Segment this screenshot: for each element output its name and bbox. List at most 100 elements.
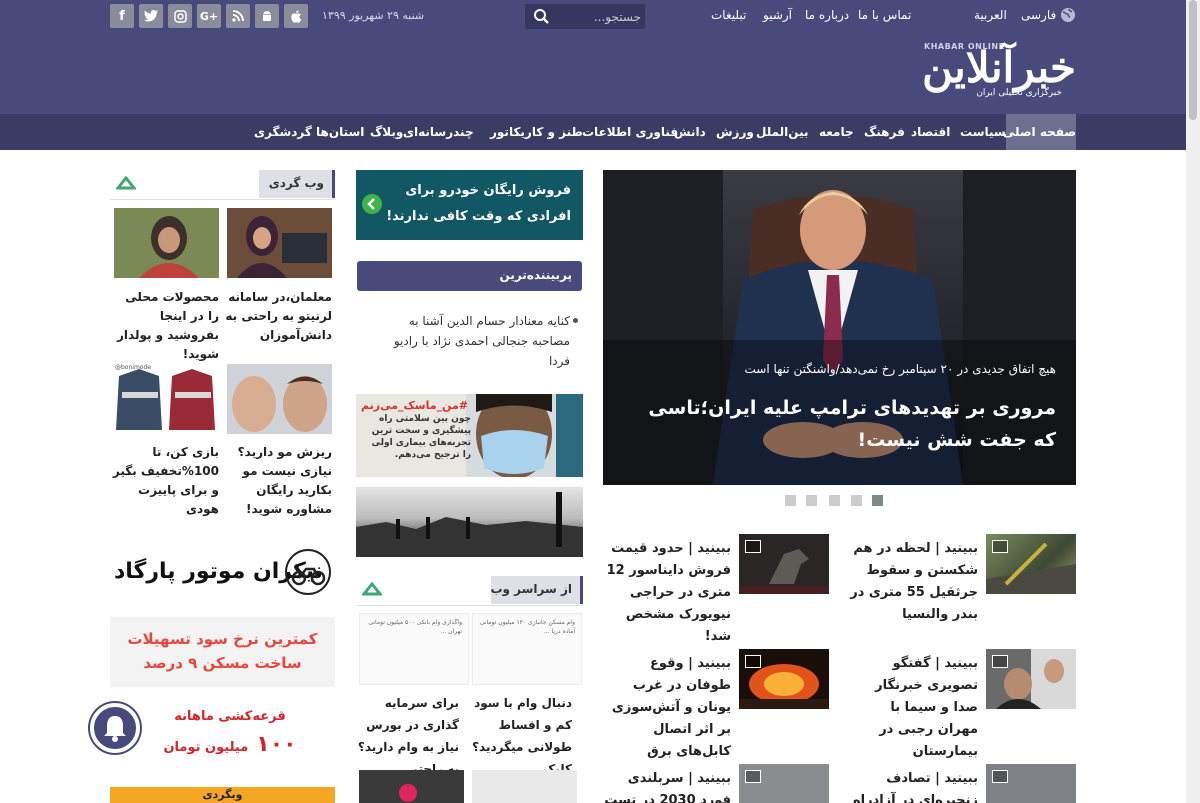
across-web-tab: از سراسر وب [490,576,583,604]
news-item-title[interactable]: ببینید | لحظه در هم شکستن و سقوط جرثقیل … [848,538,978,626]
slider-dot[interactable] [829,495,840,506]
slider-dot[interactable] [851,495,862,506]
android-icon[interactable] [255,4,279,28]
news-item-title[interactable]: ببینید | حدود قیمت فروش دایناسور 12 متری… [601,538,731,648]
lottery-ad[interactable]: قرعه‌کشی ماهانه ۱۰۰ میلیون تومان [110,695,335,765]
list-bullet [573,318,578,323]
archive-link[interactable]: آرشیو [763,8,792,22]
most-viewed-header: پربیننده‌ترین [357,261,582,291]
facebook-icon[interactable]: f [110,4,134,28]
search-icon[interactable] [533,8,550,25]
web-item-thumbnail[interactable] [114,208,219,278]
web-surfing-title: وب گردی [268,176,324,190]
video-thumbnail[interactable] [359,770,464,803]
nav-item-society[interactable]: جامعه [819,114,854,150]
slider-dot[interactable] [806,495,817,506]
video-icon [992,770,1008,783]
web-item-title[interactable]: معلمان،در سامانه لرنیتو به راحتی به دانش… [224,288,332,345]
nav-item-blog[interactable]: وبلاگ [370,114,403,150]
web-item-thumbnail[interactable]: @bonimode [114,364,219,434]
video-icon [992,540,1008,553]
nav-item-home[interactable]: صفحه اصلی [1003,114,1076,150]
bell-icon [104,716,126,742]
housing-loan-ad[interactable]: کمترین نرخ سود تسهیلات ساخت مسکن ۹ درصد [110,617,335,687]
web-item-thumbnail[interactable] [227,208,332,278]
slider-title[interactable]: مروری بر تهدیدهای ترامپ علیه ایران؛تاسی … [630,392,1056,456]
apple-icon[interactable] [284,4,308,28]
motor-shop-ad[interactable]: نیکران موتور پارگاد [110,545,335,603]
web-surfing-bottom-header: وبگردی [110,787,335,803]
promo-card-title[interactable]: برای سرمایه گذاری در بورس نیاز به وام دا… [355,692,459,780]
mask-campaign-text: چون بین سلامتی راه پیشگیری و سخت ترین تج… [371,414,472,460]
web-item-title[interactable]: ریزش مو دارید؟ نیازی نیست مو بکارید رایگ… [224,443,332,519]
news-thumbnail[interactable] [986,764,1076,803]
nav-item-culture[interactable]: فرهنگ [864,114,905,150]
news-item-title[interactable]: ببینید | وقوع طوفان در غرب یونان و آتش‌س… [601,653,731,763]
news-thumbnail[interactable] [739,534,829,594]
rss-icon[interactable] [226,4,250,28]
news-thumbnail[interactable] [986,649,1076,709]
nav-item-economy[interactable]: اقتصاد [911,114,950,150]
play-icon[interactable] [399,784,417,802]
slider-dot[interactable] [785,495,796,506]
date-text: شنبه ۲۹ شهریور ۱۳۹۹ [322,9,425,22]
contact-link[interactable]: تماس با ما [858,8,911,22]
nav-item-humor[interactable]: طنز و کاریکاتور [490,114,583,150]
search-box [525,4,645,29]
news-thumbnail[interactable] [739,649,829,709]
across-web-header: از سراسر وب [356,576,583,606]
page-scrollbar[interactable] [1186,0,1200,803]
motorcycle-logo-icon [285,549,331,595]
globe-icon [1061,8,1075,22]
slider-dot-active[interactable] [872,495,883,506]
promo-card-image[interactable]: وام مسکن جانبازی ۱۳۰ میلیون تومانی آماده… [472,613,582,685]
nav-item-multimedia[interactable]: چندرسانه‌ای [403,114,474,150]
news-item-title[interactable]: ببینید | گفتگو تصویری خبرنگار صدا و سیما… [848,653,978,763]
nav-item-science[interactable]: دانش [674,114,706,150]
housing-loan-ad-text: کمترین نرخ سود تسهیلات ساخت مسکن ۹ درصد [127,630,318,672]
nav-item-international[interactable]: بین‌الملل [756,114,808,150]
search-input[interactable] [551,7,641,26]
promo-card-image[interactable]: واگذاری وام بانکی ۵۰۰ میلیون تومانی تهرا… [359,613,469,685]
scrollbar-thumb[interactable] [1189,0,1197,120]
lottery-amount-row: ۱۰۰ میلیون تومان [130,731,330,762]
web-item-thumbnail[interactable] [227,364,332,434]
site-logo[interactable]: KHABAR ONLINE خبرآنلاین خبرگزاری تحلیلی … [858,42,1079,104]
nav-item-politics[interactable]: سیاست [960,114,1006,150]
news-thumbnail[interactable] [986,534,1076,594]
promo-card-image[interactable] [472,770,577,803]
notification-bell-button[interactable] [90,703,140,753]
thumbnail-watermark: @bonimode [115,364,151,371]
news-item-title[interactable]: ببینید | سربلندی فورد 2030 در تست تصادف [601,768,731,803]
chevron-left-icon [362,194,382,214]
lottery-amount: ۱۰۰ [256,732,297,757]
farsi-language-link[interactable]: فارسی [1021,8,1056,22]
most-viewed-item[interactable]: کنایه معنادار حسام الدین آشنا به مصاحبه … [370,311,570,371]
brand-logo-icon [116,176,136,190]
web-surfing-header: وب گردی [110,170,335,200]
ads-link[interactable]: تبلیغات [711,8,746,22]
instagram-icon[interactable] [168,4,192,28]
news-item-title[interactable]: ببینید | تصادف زنجیره‌ای در آزادراه [848,768,978,803]
nav-item-sports[interactable]: ورزش [716,114,754,150]
arabic-language-link[interactable]: العربیة [974,8,1007,22]
web-item-title[interactable]: بازی کن، تا 100%تخفیف بگیر و برای پاییزت… [111,443,219,519]
video-icon [745,655,761,668]
slider-subtitle[interactable]: هیچ اتفاق جدیدی در ۲۰ سپتامبر رخ نمی‌دهد… [603,362,1057,376]
web-surfing-tab: وب گردی [259,170,335,198]
web-item-title[interactable]: محصولات محلی را در اینجا بفروشید و پولدا… [111,288,219,364]
promo-card-image-text: وام مسکن جانبازی ۱۳۰ میلیون تومانی آماده… [479,619,575,635]
about-link[interactable]: درباره ما [805,8,849,22]
car-sale-ad-text: فروش رایگان خودرو برای افرادی که وقت کاف… [386,183,571,224]
mask-campaign-ad[interactable]: #من_ماسک_می‌زنم چون بین سلامتی راه پیشگی… [356,394,583,477]
logo-main-text: خبرآنلاین [922,43,1079,92]
nav-item-provinces[interactable]: استان‌ها [316,114,364,150]
nav-item-tourism[interactable]: گردشگری [254,114,312,150]
archive-photo[interactable] [356,487,583,557]
google-plus-icon[interactable]: G+ [197,4,221,28]
car-sale-ad[interactable]: فروش رایگان خودرو برای افرادی که وقت کاف… [356,170,583,240]
nav-item-it[interactable]: فناوری اطلاعات [582,114,678,150]
news-thumbnail[interactable] [739,764,829,803]
twitter-icon[interactable] [139,4,163,28]
promo-card-title[interactable]: دنبال وام با سود کم و اقساط طولانی میگرد… [468,692,572,780]
